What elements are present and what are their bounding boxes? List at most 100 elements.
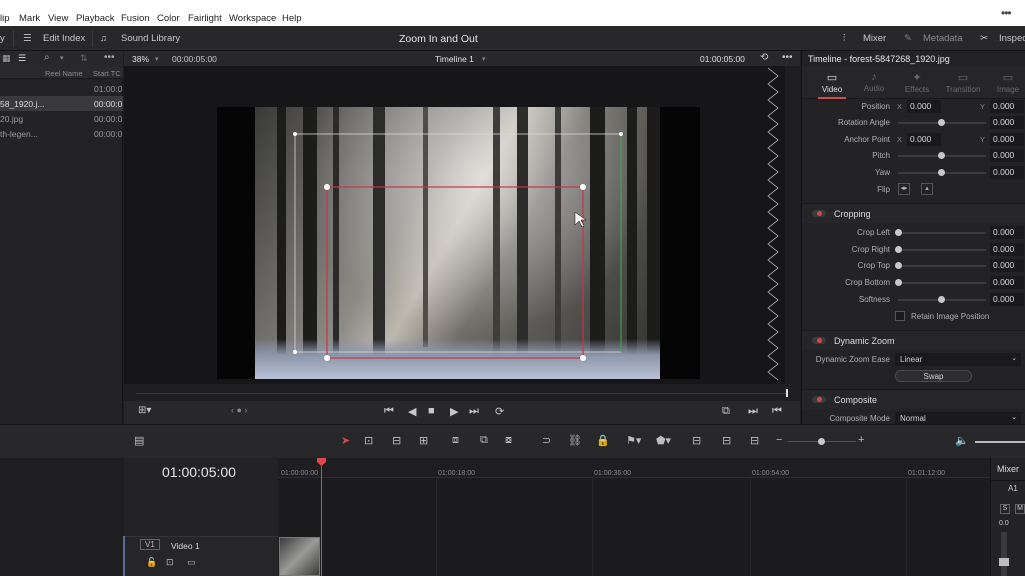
auto-select-icon[interactable]: ⊡	[166, 557, 174, 568]
mixer-icon[interactable]: ⫶	[843, 33, 845, 44]
next-edit-icon[interactable]: ⏭	[748, 405, 758, 418]
zoom-detail-icon[interactable]: ⊟	[722, 434, 731, 447]
zoom-slider[interactable]	[788, 438, 856, 445]
yaw-slider[interactable]	[898, 169, 986, 176]
track-lock-icon[interactable]: 🔓	[146, 557, 157, 568]
menu-color[interactable]: Color	[157, 13, 180, 24]
crop-bottom-field[interactable]: 0.000	[990, 276, 1024, 289]
position-x-field[interactable]: 0.000	[907, 100, 941, 113]
timeline-ruler[interactable]: 01:00:00:00 01:00:18:00 01:00:36:00 01:0…	[278, 458, 990, 478]
mute-button[interactable]: M	[1015, 504, 1025, 514]
dynamic-zoom-toggle[interactable]	[812, 337, 826, 344]
menu-clip[interactable]: lip	[0, 13, 10, 24]
speaker-icon[interactable]: 🔈	[955, 434, 969, 447]
timeline-selector[interactable]: Timeline 1	[435, 54, 474, 64]
anchor-x-field[interactable]: 0.000	[907, 133, 941, 146]
menu-view[interactable]: View	[48, 13, 68, 24]
timeline-tracks[interactable]	[278, 478, 990, 576]
tab-effects[interactable]: ✦ Effects	[895, 67, 939, 99]
timeline-timecode[interactable]: 01:00:05:00	[162, 464, 236, 480]
viewer-scrubber[interactable]	[124, 384, 800, 401]
marker-icon[interactable]: ⬟▾	[656, 434, 671, 447]
grid-view-icon[interactable]: ▦	[2, 53, 11, 64]
crop-bottom-slider[interactable]	[895, 279, 986, 286]
tab-video[interactable]: ▭ Video	[810, 67, 854, 99]
crop-right-field[interactable]: 0.000	[990, 243, 1024, 256]
track-visibility-icon[interactable]: ▭	[187, 557, 196, 568]
softness-slider[interactable]	[898, 296, 986, 303]
zoom-full-icon[interactable]: ⊟	[692, 434, 701, 447]
playhead[interactable]	[321, 458, 322, 576]
linked-selection-icon[interactable]: ⛓	[568, 434, 582, 447]
menu-help[interactable]: Help	[282, 13, 302, 24]
crop-left-slider[interactable]	[895, 229, 986, 236]
position-lock-icon[interactable]: 🔒	[596, 434, 610, 447]
swap-button[interactable]: Swap	[895, 370, 972, 382]
inspector-icon[interactable]: ✂	[980, 33, 988, 44]
ease-dropdown[interactable]: Linear ⌄	[895, 353, 1021, 366]
pitch-slider[interactable]	[898, 152, 986, 159]
go-to-end-icon[interactable]: ⏭	[469, 405, 479, 418]
rotation-field[interactable]: 0.000	[990, 116, 1024, 129]
timeline-view-options-icon[interactable]: ▤	[134, 434, 144, 447]
overwrite-clip-icon[interactable]: ⧉	[480, 434, 488, 447]
list-item[interactable]: 01:00:0	[0, 81, 123, 96]
viewer-more-icon[interactable]: •••	[782, 52, 793, 63]
crop-top-slider[interactable]	[895, 262, 986, 269]
menu-playback[interactable]: Playback	[76, 13, 115, 24]
trim-tool-icon[interactable]: ⊡	[364, 434, 373, 447]
chevron-down-icon[interactable]: ▾	[60, 54, 64, 62]
menu-workspace[interactable]: Workspace	[229, 13, 276, 24]
scrubber-playhead[interactable]	[786, 389, 788, 397]
menu-fusion[interactable]: Fusion	[121, 13, 150, 24]
flag-icon[interactable]: ⚑▾	[626, 434, 641, 447]
tab-image[interactable]: ▭ Image	[986, 67, 1025, 99]
window-more-icon[interactable]: •••	[1001, 6, 1012, 20]
replace-clip-icon[interactable]: ⧇	[505, 434, 512, 447]
list-view-icon[interactable]: ☰	[18, 53, 26, 64]
blade-tool-icon[interactable]: ⊞	[419, 434, 428, 447]
edit-index-button[interactable]: Edit Index	[43, 33, 85, 44]
crop-right-slider[interactable]	[895, 246, 986, 253]
column-start-tc[interactable]: Start TC	[93, 69, 121, 78]
match-frame-icon[interactable]: ⧉	[722, 405, 730, 418]
menu-mark[interactable]: Mark	[19, 13, 40, 24]
pitch-field[interactable]: 0.000	[990, 149, 1024, 162]
pool-more-icon[interactable]: •••	[104, 52, 115, 63]
column-reel-name[interactable]: Reel Name	[45, 69, 83, 78]
inspector-button[interactable]: Inspec	[999, 33, 1025, 44]
position-y-field[interactable]: 0.000	[990, 100, 1024, 113]
play-reverse-icon[interactable]: ◀	[408, 405, 416, 418]
sound-library-button[interactable]: Sound Library	[121, 33, 180, 44]
timeline-chevron-icon[interactable]: ▾	[482, 55, 486, 63]
solo-button[interactable]: S	[1000, 504, 1010, 514]
jog-control-icon[interactable]: ‹ ● ›	[231, 405, 247, 415]
tab-audio[interactable]: ♪ Audio	[852, 67, 896, 99]
zoom-level[interactable]: 38%	[132, 54, 149, 64]
track-id[interactable]: V1	[140, 539, 160, 550]
flip-horizontal-icon[interactable]: ◂▸	[898, 183, 910, 195]
flip-vertical-icon[interactable]: ▴	[921, 183, 933, 195]
zoom-custom-icon[interactable]: ⊟	[750, 434, 759, 447]
cropping-section[interactable]: Cropping	[802, 203, 1025, 223]
metadata-button[interactable]: Metadata	[923, 33, 963, 44]
loop-sync-icon[interactable]: ⟲	[760, 52, 768, 63]
metadata-icon[interactable]: ✎	[904, 33, 912, 44]
tab-transition[interactable]: ▭ Transition	[941, 67, 985, 99]
rotation-slider[interactable]	[898, 119, 986, 126]
dynamic-trim-icon[interactable]: ⊟	[392, 434, 401, 447]
volume-slider[interactable]	[975, 441, 1025, 443]
zoom-chevron-icon[interactable]: ▾	[155, 55, 159, 63]
viewer-mode-icon[interactable]: ⊞▾	[138, 405, 151, 416]
composite-toggle[interactable]	[812, 396, 826, 403]
anchor-y-field[interactable]: 0.000	[990, 133, 1024, 146]
edit-index-icon[interactable]: ☰	[23, 33, 32, 44]
sound-library-icon[interactable]: ♫	[100, 33, 107, 44]
mixer-fader-track[interactable]	[999, 532, 1009, 576]
dynamic-zoom-section[interactable]: Dynamic Zoom	[802, 330, 1025, 350]
list-item[interactable]: 58_1920.j... 00:00:0	[0, 96, 123, 111]
yaw-field[interactable]: 0.000	[990, 166, 1024, 179]
crop-top-field[interactable]: 0.000	[990, 259, 1024, 272]
play-icon[interactable]: ▶	[450, 405, 458, 418]
list-item[interactable]: 20.jpg 00:00:0	[0, 111, 123, 126]
